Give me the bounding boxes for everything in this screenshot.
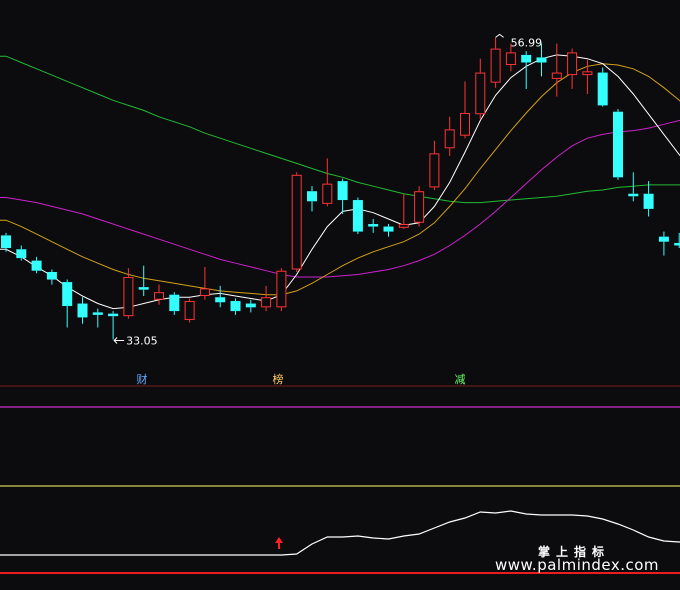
ma-yellow-line <box>0 63 680 296</box>
candle-body-down <box>1 235 11 249</box>
candle-body-up <box>505 52 516 66</box>
event-marker-cai: 财 <box>137 372 148 386</box>
candle-body-up <box>444 129 455 149</box>
low-price-label: 33.05 <box>126 335 158 348</box>
candlestick-chart: 56.99 33.05 财 榜 减 <box>0 33 680 574</box>
candle-body-up <box>551 72 562 79</box>
candle-body-down <box>643 193 654 209</box>
candle-body-down <box>613 111 623 178</box>
candle-body-up <box>567 52 578 76</box>
candle-body-down <box>138 287 149 290</box>
high-marker-arrow <box>495 33 504 38</box>
candle-body-down <box>674 242 680 246</box>
candle-body-up <box>490 48 501 83</box>
candle-body-up <box>414 191 425 223</box>
candle-body-up <box>322 183 333 204</box>
candle-body-down <box>62 282 73 307</box>
candle-body-up <box>398 224 409 228</box>
candle-body-up <box>475 72 486 115</box>
candle-body-down <box>77 303 88 318</box>
candle-body-up <box>199 288 210 296</box>
candle-body-down <box>245 303 256 308</box>
chart-stage: 56.99 33.05 财榜减 掌上指标 www.palmindex.com <box>0 0 680 590</box>
candle-body-down <box>597 72 608 106</box>
candle-body-up <box>460 112 470 136</box>
event-marker-bang: 榜 <box>273 372 284 386</box>
high-price-label: 56.99 <box>511 36 542 49</box>
candle-body-down <box>383 226 394 232</box>
candle-body-down <box>337 181 348 201</box>
watermark-url: www.palmindex.com <box>495 556 660 574</box>
candle-body-down <box>215 297 226 303</box>
candle-body-up <box>184 301 195 320</box>
candle-body-up <box>429 153 440 188</box>
candle-body-down <box>92 312 103 315</box>
candle-body-down <box>536 57 547 63</box>
candle-body-up <box>123 277 134 317</box>
candle-body-down <box>307 191 317 202</box>
candle-body-up <box>154 292 164 300</box>
candle-body-down <box>521 54 532 63</box>
candle-body-up <box>276 270 287 308</box>
candle-body-up <box>291 174 302 270</box>
candle-body-down <box>230 301 241 312</box>
candle-body-down <box>169 294 180 312</box>
candle-body-down <box>658 236 669 242</box>
candle-body-down <box>46 271 57 280</box>
buy-signal-arrow-icon <box>275 537 283 549</box>
candle-body-down <box>31 260 42 271</box>
event-marker-jian: 减 <box>455 373 466 386</box>
candle-body-up <box>582 71 593 76</box>
candle-body-down <box>108 313 119 317</box>
ma-green-line <box>0 55 680 204</box>
candle-body-down <box>368 224 379 227</box>
candle-body-down <box>352 200 363 232</box>
candle-body-down <box>16 249 27 259</box>
candle-body-down <box>628 193 639 197</box>
candle-body-up <box>261 297 272 308</box>
